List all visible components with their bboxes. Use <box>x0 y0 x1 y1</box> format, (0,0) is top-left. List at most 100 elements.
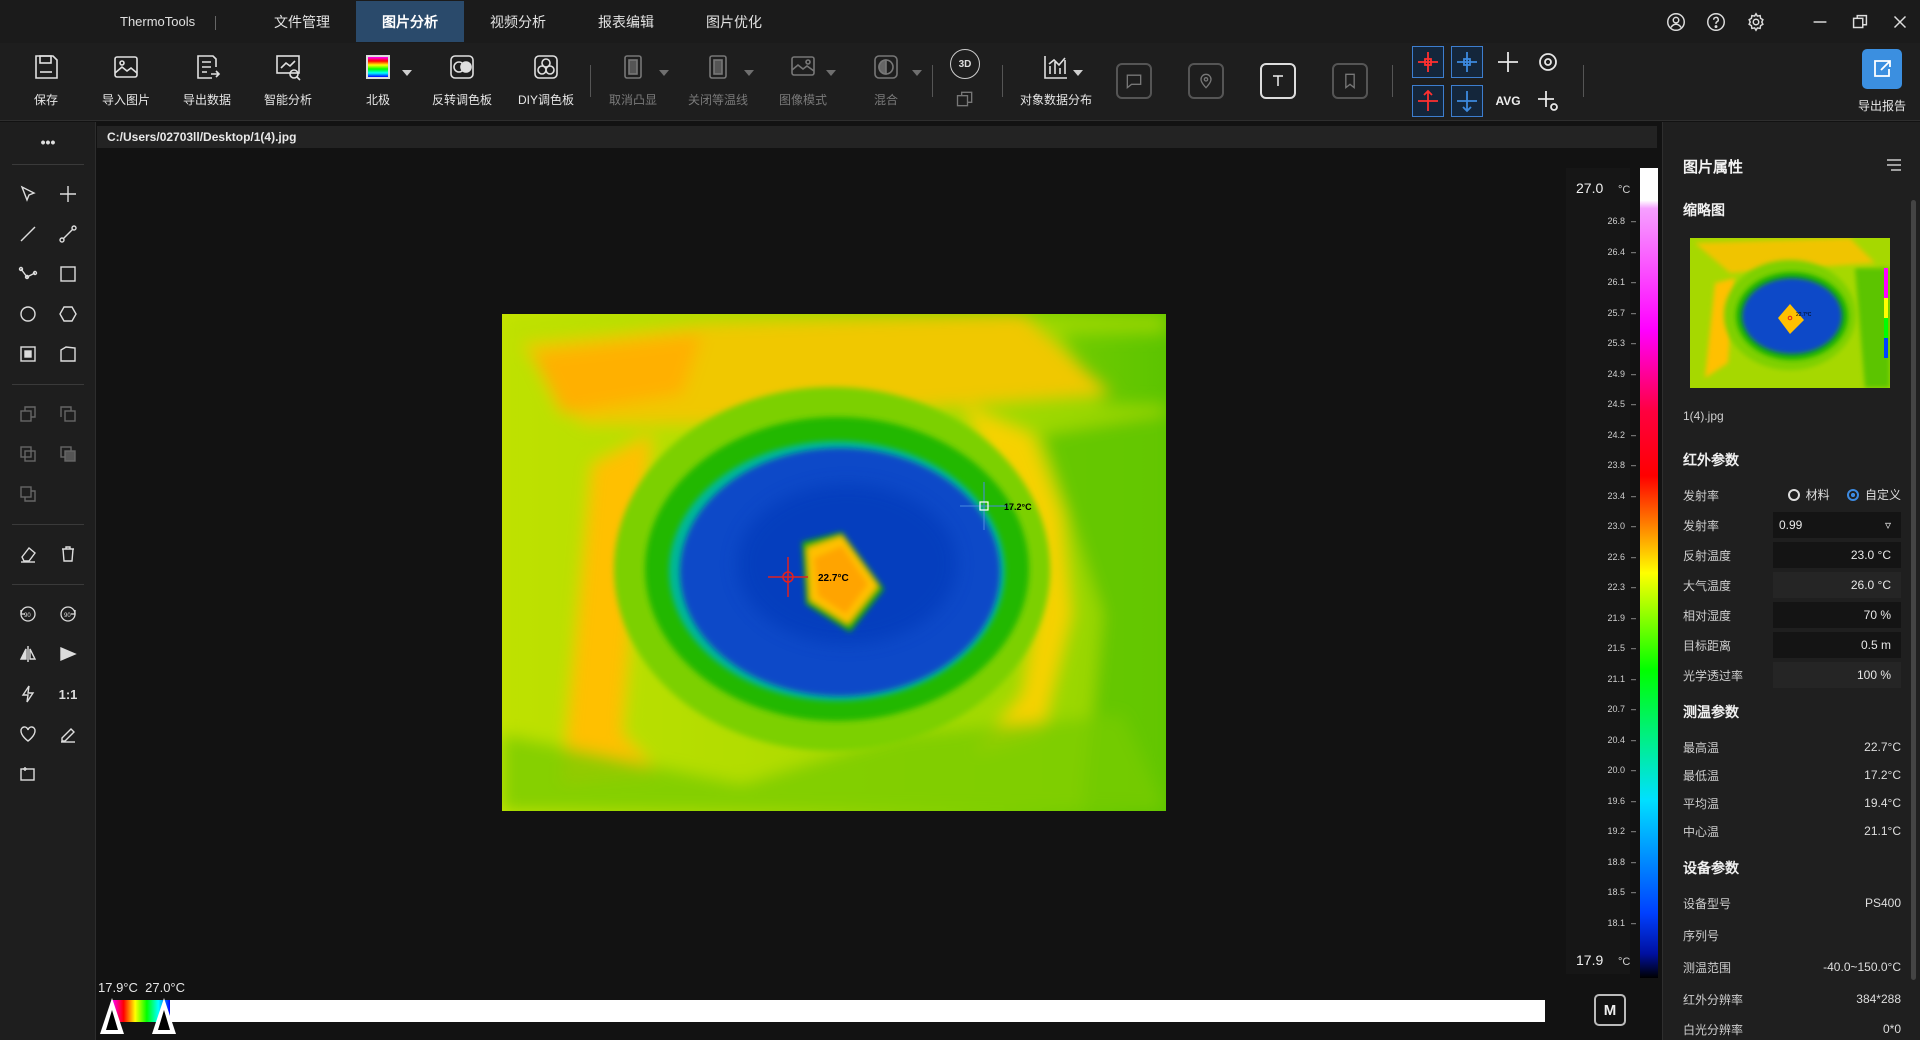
flip-horizontal-icon[interactable] <box>12 638 44 670</box>
select-arrow-icon[interactable] <box>12 178 44 210</box>
save-button[interactable]: 保存 <box>8 49 84 115</box>
invert-palette-button[interactable]: 反转调色板 <box>424 49 500 115</box>
blend-button[interactable]: 混合 <box>848 49 924 115</box>
tab-file-management[interactable]: 文件管理 <box>248 1 356 42</box>
close-icon[interactable] <box>1880 0 1920 43</box>
thermal-image[interactable]: 22.7°C 17.2°C <box>502 314 1166 811</box>
actual-size-icon[interactable]: 1:1 <box>52 678 84 710</box>
paste-icon[interactable] <box>52 398 84 430</box>
user-icon[interactable] <box>1656 0 1696 43</box>
min-arrow-mode-button[interactable] <box>1451 85 1483 117</box>
line-tool-icon[interactable] <box>12 218 44 250</box>
diy-palette-icon <box>528 49 564 85</box>
bookmark-button[interactable] <box>1332 63 1368 99</box>
tab-report-editing[interactable]: 报表编辑 <box>572 1 680 42</box>
import-image-button[interactable]: 导入图片 <box>88 49 164 115</box>
scale-tick: 20.4 <box>1607 735 1636 745</box>
range-high-handle[interactable] <box>152 998 176 1034</box>
polyline-tool-icon[interactable] <box>12 258 44 290</box>
palette-select[interactable]: 北极 <box>340 49 416 115</box>
image-mode-dropdown-icon[interactable] <box>826 70 836 76</box>
export-data-button[interactable]: 导出数据 <box>169 49 245 115</box>
thumbnail-image[interactable]: 22.7°C <box>1690 238 1890 388</box>
serial-row: 序列号 <box>1683 928 1720 943</box>
material-radio[interactable]: 材料 <box>1787 486 1830 503</box>
cancel-highlight-button[interactable]: 取消凸显 <box>595 49 671 115</box>
tab-video-analysis[interactable]: 视频分析 <box>464 1 572 42</box>
export-report-button[interactable]: 导出报告 <box>1850 49 1914 114</box>
target-mode-button[interactable] <box>1532 46 1564 78</box>
layers-icon[interactable] <box>953 87 977 111</box>
manual-mode-button[interactable]: M <box>1594 994 1626 1026</box>
palette-dropdown-icon[interactable] <box>402 70 412 76</box>
location-button[interactable] <box>1188 63 1224 99</box>
help-icon[interactable] <box>1696 0 1736 43</box>
range-slider[interactable] <box>100 998 1545 1034</box>
comment-button[interactable] <box>1116 63 1152 99</box>
custom-radio[interactable]: 自定义 <box>1846 486 1901 503</box>
settings-gear-icon[interactable] <box>1736 0 1776 43</box>
max-point-mode-button[interactable] <box>1412 46 1444 78</box>
point-settings-button[interactable] <box>1532 85 1564 117</box>
distance-input[interactable]: 0.5 m <box>1773 632 1901 658</box>
text-tool-button[interactable] <box>1260 63 1296 99</box>
3d-view-button[interactable]: 3D <box>950 49 980 79</box>
diy-palette-button[interactable]: DIY调色板 <box>508 49 584 115</box>
object-distribution-button[interactable]: 对象数据分布 <box>1010 49 1102 115</box>
min-point-mode-button[interactable] <box>1451 46 1483 78</box>
polygon-tool-icon[interactable] <box>52 298 84 330</box>
blend-dropdown-icon[interactable] <box>912 70 922 76</box>
atmosphere-temp-input[interactable]: 26.0 °C <box>1773 572 1901 598</box>
tab-image-analysis[interactable]: 图片分析 <box>356 1 464 42</box>
ungroup-icon[interactable] <box>12 478 44 510</box>
rectangle-tool-icon[interactable] <box>52 258 84 290</box>
restore-icon[interactable] <box>1840 0 1880 43</box>
circle-tool-icon[interactable] <box>12 298 44 330</box>
eraser-icon[interactable] <box>12 538 44 570</box>
more-options-icon[interactable]: ••• <box>32 126 64 158</box>
frame-select-icon[interactable] <box>12 338 44 370</box>
copy-icon[interactable] <box>12 398 44 430</box>
svg-text:90: 90 <box>64 613 71 619</box>
color-bar[interactable] <box>1640 168 1658 978</box>
humidity-input[interactable]: 70 % <box>1773 602 1901 628</box>
add-frame-icon[interactable] <box>12 758 44 790</box>
temperature-scale <box>1566 168 1630 974</box>
highlight-dropdown-icon[interactable] <box>659 70 669 76</box>
minimize-icon[interactable] <box>1800 0 1840 43</box>
smart-analysis-button[interactable]: 智能分析 <box>250 49 326 115</box>
rotate-right-90-icon[interactable]: 90 <box>52 598 84 630</box>
panel-menu-icon[interactable] <box>1885 156 1903 179</box>
avg-temp-row: 平均温 19.4°C <box>1683 796 1901 811</box>
toolbar-divider <box>1002 65 1003 97</box>
highlight-icon <box>615 49 651 85</box>
range-low-handle[interactable] <box>100 998 124 1034</box>
crosshair-point-icon[interactable] <box>52 178 84 210</box>
heart-icon[interactable] <box>12 718 44 750</box>
scale-tick: 20.0 <box>1607 765 1636 775</box>
duplicate-icon[interactable] <box>12 438 44 470</box>
group-icon[interactable] <box>52 438 84 470</box>
max-arrow-mode-button[interactable] <box>1412 85 1444 117</box>
close-isotherm-button[interactable]: 关闭等温线 <box>680 49 756 115</box>
tab-image-optimization[interactable]: 图片优化 <box>680 1 788 42</box>
avg-mode-button[interactable]: AVG <box>1492 85 1524 117</box>
free-shape-icon[interactable] <box>52 338 84 370</box>
svg-text:90: 90 <box>24 613 31 619</box>
flip-vertical-icon[interactable] <box>52 638 84 670</box>
trash-icon[interactable] <box>52 538 84 570</box>
rotate-left-90-icon[interactable]: 90 <box>12 598 44 630</box>
emissivity-select[interactable]: 0.99 ▿ <box>1773 512 1901 538</box>
distribution-dropdown-icon[interactable] <box>1073 70 1083 76</box>
isotherm-dropdown-icon[interactable] <box>744 70 754 76</box>
reflected-temp-input[interactable]: 23.0 °C <box>1773 542 1901 568</box>
center-point-mode-button[interactable] <box>1492 46 1524 78</box>
segment-tool-icon[interactable] <box>52 218 84 250</box>
flash-icon[interactable] <box>12 678 44 710</box>
pen-edit-icon[interactable] <box>52 718 84 750</box>
image-mode-icon <box>785 49 821 85</box>
image-mode-button[interactable]: 图像模式 <box>765 49 841 115</box>
panel-scrollbar[interactable] <box>1911 200 1916 980</box>
thumbnail-heading: 缩略图 <box>1683 202 1725 218</box>
transmission-input[interactable]: 100 % <box>1773 662 1901 688</box>
